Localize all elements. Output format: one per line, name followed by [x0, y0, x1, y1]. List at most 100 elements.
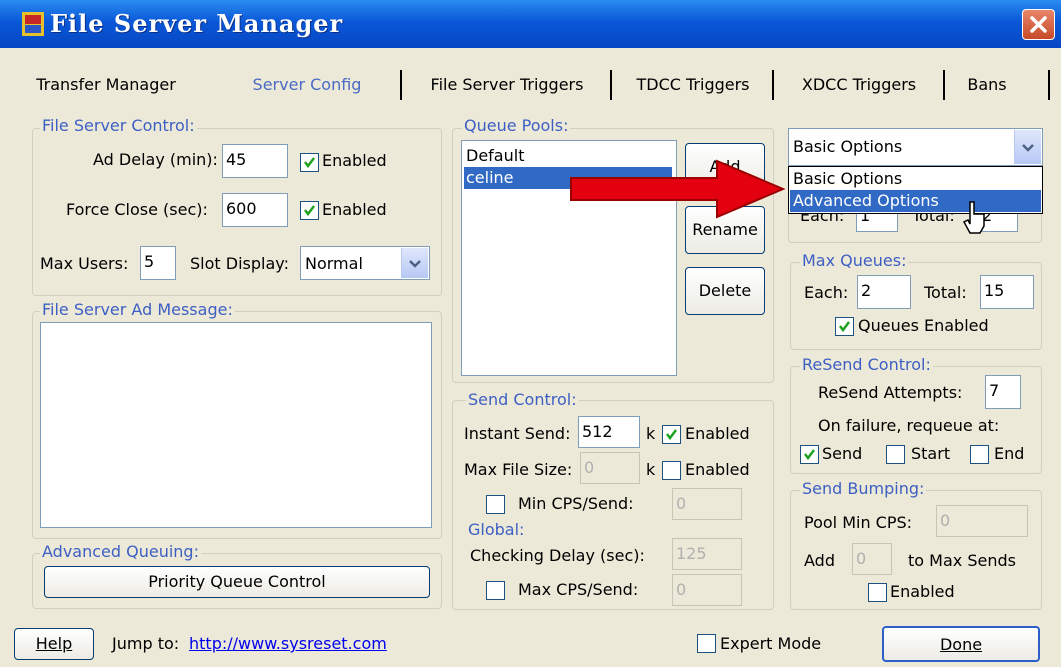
bump-add-input[interactable]: 0 — [852, 543, 892, 575]
force-close-enabled-label: Enabled — [322, 200, 387, 219]
requeue-start-checkbox[interactable] — [886, 445, 905, 464]
checking-delay-input[interactable]: 125 — [672, 538, 742, 570]
resend-attempts-label: ReSend Attempts: — [818, 383, 963, 402]
queue-pools-legend: Queue Pools: — [462, 116, 571, 135]
max-file-size-input[interactable]: 0 — [580, 452, 640, 484]
send-bumping-enabled-checkbox[interactable] — [868, 583, 887, 602]
help-button-label: Help — [35, 634, 73, 653]
resend-control-legend: ReSend Control: — [800, 355, 933, 374]
max-cps-checkbox[interactable] — [486, 581, 505, 600]
max-file-size-enabled-checkbox[interactable] — [662, 461, 681, 480]
instant-send-unit: k — [646, 424, 656, 443]
bump-add-label: Add — [804, 551, 835, 570]
checkmark-icon — [666, 429, 677, 441]
max-queues-each-input[interactable]: 2 — [857, 275, 911, 309]
tab-divider — [400, 70, 402, 100]
max-file-size-label: Max File Size: — [464, 460, 573, 479]
instant-send-label: Instant Send: — [464, 424, 571, 443]
ad-delay-enabled-label: Enabled — [322, 151, 387, 170]
ad-message-legend: File Server Ad Message: — [40, 300, 235, 319]
resend-attempts-input[interactable]: 7 — [985, 375, 1021, 409]
tab-tdcc-triggers[interactable]: TDCC Triggers — [618, 66, 768, 104]
requeue-send-label: Send — [822, 444, 863, 463]
max-queues-legend: Max Queues: — [800, 251, 909, 270]
close-icon — [1030, 16, 1047, 33]
tab-divider — [1048, 70, 1050, 100]
max-users-label: Max Users: — [40, 254, 129, 273]
title-bar[interactable]: File Server Manager — [0, 0, 1061, 48]
requeue-label: On failure, requeue at: — [818, 416, 1000, 435]
min-cps-input[interactable]: 0 — [672, 488, 742, 520]
send-control-legend: Send Control: — [466, 390, 579, 409]
options-select-value: Basic Options — [793, 137, 903, 156]
done-button[interactable]: Done — [882, 626, 1040, 662]
max-cps-label: Max CPS/Send: — [518, 580, 639, 599]
advanced-queuing-legend: Advanced Queuing: — [40, 542, 201, 561]
send-bumping-legend: Send Bumping: — [800, 479, 927, 498]
instant-send-input[interactable]: 512 — [578, 416, 640, 448]
ad-delay-enabled-checkbox[interactable] — [300, 153, 319, 172]
priority-queue-control-button[interactable]: Priority Queue Control — [44, 566, 430, 598]
force-close-label: Force Close (sec): — [66, 200, 208, 219]
delete-pool-button[interactable]: Delete — [685, 267, 765, 315]
checkmark-icon — [839, 321, 850, 333]
tab-file-server-triggers[interactable]: File Server Triggers — [408, 66, 606, 104]
max-cps-input[interactable]: 0 — [672, 574, 742, 606]
sysreset-link[interactable]: http://www.sysreset.com — [189, 634, 387, 653]
option-basic[interactable]: Basic Options — [790, 168, 1041, 190]
to-max-sends-label: to Max Sends — [908, 551, 1016, 570]
expert-mode-checkbox[interactable] — [697, 634, 716, 653]
max-users-input[interactable]: 5 — [140, 246, 176, 280]
app-window: File Server Manager Transfer Manager Ser… — [0, 0, 1061, 667]
window-title: File Server Manager — [50, 9, 344, 38]
checkmark-icon — [304, 205, 315, 217]
help-button[interactable]: Help — [14, 628, 94, 660]
checkmark-icon — [304, 157, 315, 169]
red-arrow-annotation — [570, 159, 786, 219]
max-file-size-unit: k — [646, 460, 656, 479]
max-queues-total-label: Total: — [924, 283, 967, 302]
expert-mode-label: Expert Mode — [720, 634, 822, 653]
chevron-down-icon — [1022, 144, 1034, 152]
tab-xdcc-triggers[interactable]: XDCC Triggers — [780, 66, 938, 104]
min-cps-checkbox[interactable] — [486, 495, 505, 514]
option-advanced[interactable]: Advanced Options — [790, 190, 1041, 212]
tab-divider — [943, 70, 945, 100]
force-close-enabled-checkbox[interactable] — [300, 201, 319, 220]
checking-delay-label: Checking Delay (sec): — [470, 546, 645, 565]
mouse-cursor-icon — [962, 201, 985, 234]
tab-bans[interactable]: Bans — [956, 66, 1018, 104]
close-button[interactable] — [1022, 9, 1055, 40]
max-queues-each-label: Each: — [804, 283, 849, 302]
pool-min-cps-input[interactable]: 0 — [936, 505, 1028, 537]
ad-message-textarea[interactable] — [40, 322, 432, 528]
app-icon — [22, 12, 44, 36]
tab-server-config[interactable]: Server Config — [228, 66, 386, 104]
slot-display-value: Normal — [305, 254, 363, 273]
requeue-end-label: End — [994, 444, 1025, 463]
pool-min-cps-label: Pool Min CPS: — [804, 513, 913, 532]
tab-divider — [772, 70, 774, 100]
requeue-start-label: Start — [911, 444, 951, 463]
options-dropdown-list: Basic Options Advanced Options — [788, 166, 1043, 214]
force-close-input[interactable]: 600 — [222, 193, 288, 227]
ad-delay-input[interactable]: 45 — [222, 144, 288, 178]
dropdown-button[interactable] — [1014, 130, 1041, 164]
queues-enabled-checkbox[interactable] — [835, 317, 854, 336]
requeue-end-checkbox[interactable] — [970, 445, 989, 464]
slot-display-label: Slot Display: — [190, 254, 289, 273]
checkmark-icon — [804, 449, 815, 461]
dropdown-button[interactable] — [401, 248, 428, 278]
file-server-control-legend: File Server Control: — [40, 116, 197, 135]
slot-display-select[interactable]: Normal — [300, 246, 430, 280]
max-queues-total-input[interactable]: 15 — [980, 275, 1034, 309]
send-bumping-enabled-label: Enabled — [890, 582, 955, 601]
options-select[interactable]: Basic Options — [788, 128, 1043, 166]
chevron-down-icon — [409, 260, 421, 268]
global-legend: Global: — [466, 520, 527, 539]
tab-divider — [610, 70, 612, 100]
instant-send-enabled-checkbox[interactable] — [662, 425, 681, 444]
max-file-size-enabled-label: Enabled — [685, 460, 750, 479]
requeue-send-checkbox[interactable] — [800, 445, 819, 464]
tab-transfer-manager[interactable]: Transfer Manager — [26, 66, 186, 104]
